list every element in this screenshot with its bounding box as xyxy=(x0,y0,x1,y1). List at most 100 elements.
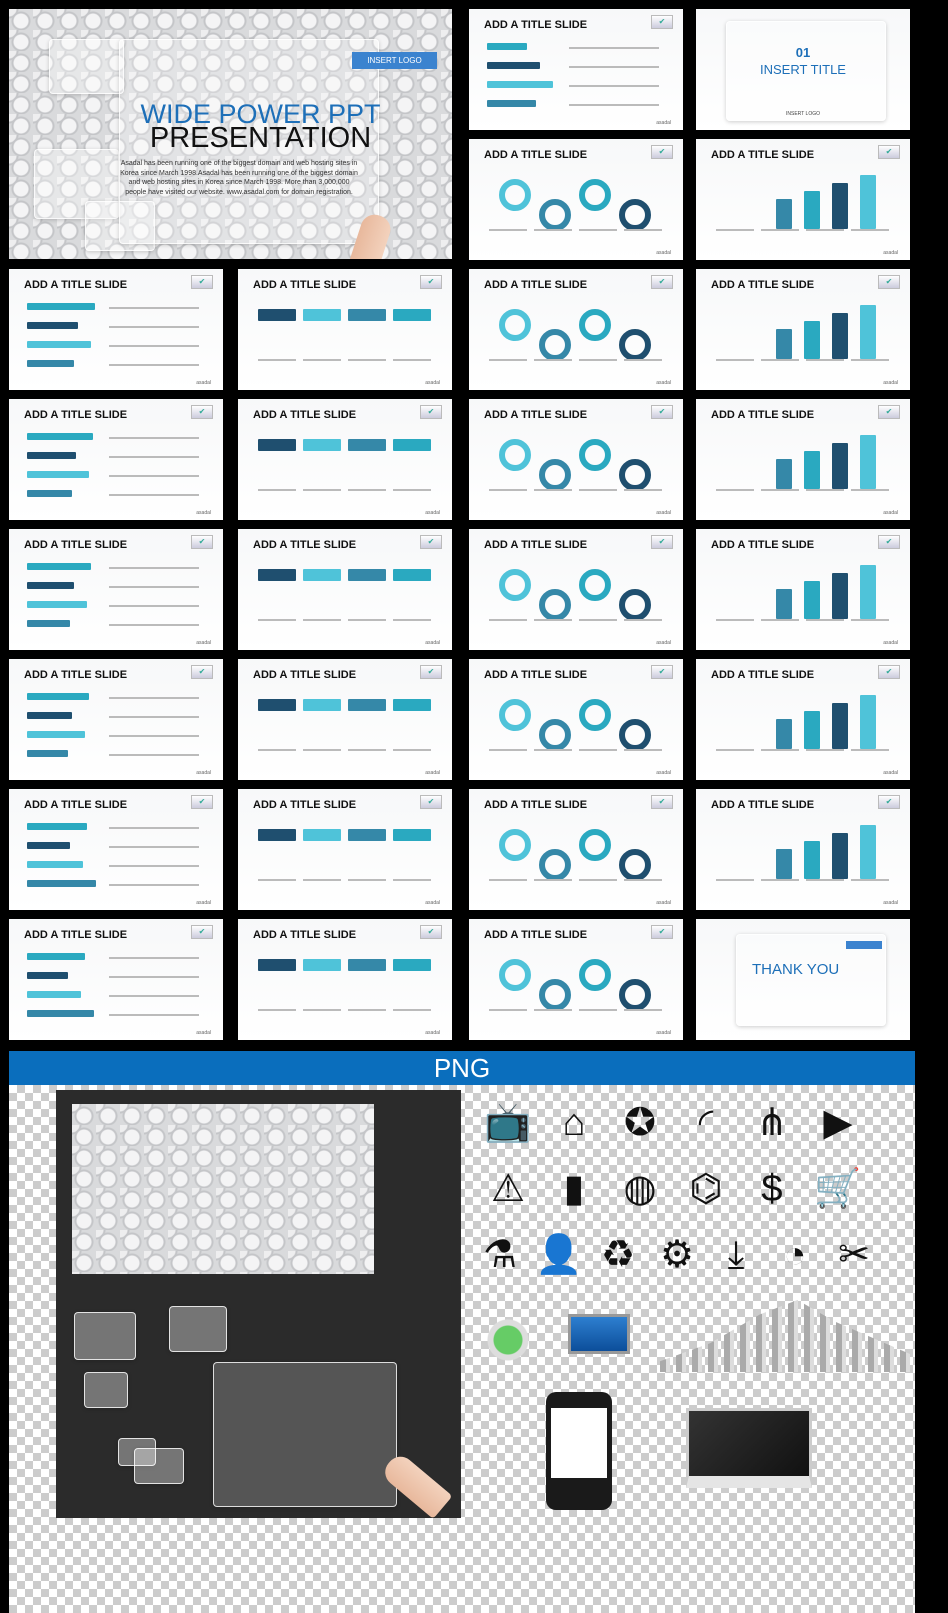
content-bar xyxy=(27,1010,94,1017)
check-logo-icon: ✔ xyxy=(878,665,900,679)
text-line xyxy=(258,489,296,491)
text-line xyxy=(716,879,754,881)
slide-thumbnail[interactable]: ADD A TITLE SLIDE ✔ asadal xyxy=(238,399,452,520)
content-bar xyxy=(27,620,70,627)
text-line xyxy=(109,364,199,366)
slide-footer: asadal xyxy=(883,380,898,386)
title-slide[interactable]: INSERT LOGO WIDE POWER PPT PRESENTATION … xyxy=(9,9,452,259)
content-circle xyxy=(539,979,571,1011)
insert-logo-button[interactable]: INSERT LOGO xyxy=(352,52,437,69)
text-line xyxy=(851,619,889,621)
content-circle xyxy=(579,569,611,601)
slide-thumbnail[interactable]: 01 INSERT TITLE INSERT LOGO xyxy=(696,9,910,130)
slide-thumbnail[interactable]: ADD A TITLE SLIDE ✔ asadal xyxy=(238,919,452,1040)
slide-footer: asadal xyxy=(425,900,440,906)
text-line xyxy=(303,749,341,751)
text-line xyxy=(579,229,617,231)
slide-footer: asadal xyxy=(196,900,211,906)
content-circle xyxy=(539,459,571,491)
cart-icon: 🛒 xyxy=(814,1168,862,1210)
slide-footer: asadal xyxy=(425,1030,440,1036)
slide-thumbnail[interactable]: ADD A TITLE SLIDE ✔ asadal xyxy=(469,9,683,130)
text-line xyxy=(393,619,431,621)
slide-thumbnail[interactable]: ADD A TITLE SLIDE ✔ asadal xyxy=(9,659,223,780)
text-line xyxy=(109,846,199,848)
user-plus-icon: 👤 xyxy=(535,1234,583,1276)
slide-thumbnail[interactable]: ADD A TITLE SLIDE ✔ asadal xyxy=(9,269,223,390)
text-line xyxy=(109,957,199,959)
text-line xyxy=(624,1009,662,1011)
check-logo-icon: ✔ xyxy=(651,535,673,549)
content-circle xyxy=(619,979,651,1011)
text-line xyxy=(109,605,199,607)
content-column xyxy=(860,175,876,229)
text-line xyxy=(851,229,889,231)
content-bar xyxy=(27,322,78,329)
content-circle xyxy=(499,309,531,341)
slide-footer: asadal xyxy=(883,510,898,516)
slide-thumbnail[interactable]: ADD A TITLE SLIDE ✔ asadal xyxy=(9,789,223,910)
check-logo-icon: ✔ xyxy=(878,535,900,549)
slide-title: ADD A TITLE SLIDE xyxy=(24,539,128,551)
tv-icon: 📺 xyxy=(484,1102,532,1144)
text-line xyxy=(348,359,386,361)
text-line xyxy=(109,995,199,997)
text-line xyxy=(716,229,754,231)
slide-footer: asadal xyxy=(883,250,898,256)
award-icon: ✪ xyxy=(624,1102,656,1144)
slide-thumbnail[interactable]: ADD A TITLE SLIDE ✔ asadal xyxy=(469,529,683,650)
video-icon: ▶ xyxy=(823,1102,853,1144)
text-line xyxy=(303,619,341,621)
slide-thumbnail[interactable]: ADD A TITLE SLIDE ✔ asadal xyxy=(696,659,910,780)
png-banner: PNG xyxy=(9,1051,915,1085)
content-bar xyxy=(27,823,87,830)
slide-footer: asadal xyxy=(425,770,440,776)
text-line xyxy=(579,1009,617,1011)
slide-thumbnail[interactable]: ADD A TITLE SLIDE ✔ asadal xyxy=(469,269,683,390)
text-line xyxy=(851,879,889,881)
content-block xyxy=(258,829,296,841)
slide-title: ADD A TITLE SLIDE xyxy=(253,539,357,551)
slide-thumbnail[interactable]: ADD A TITLE SLIDE ✔ asadal xyxy=(238,269,452,390)
content-column xyxy=(804,321,820,359)
slide-thumbnail[interactable]: ADD A TITLE SLIDE ✔ asadal xyxy=(696,139,910,260)
slide-thumbnail[interactable]: ADD A TITLE SLIDE ✔ asadal xyxy=(469,919,683,1040)
slide-thumbnail[interactable]: ADD A TITLE SLIDE ✔ asadal xyxy=(696,529,910,650)
content-circle xyxy=(539,589,571,621)
slide-thumbnail[interactable]: ADD A TITLE SLIDE ✔ asadal xyxy=(696,399,910,520)
hex-background-image xyxy=(72,1104,374,1274)
slide-title: ADD A TITLE SLIDE xyxy=(484,929,588,941)
slide-thumbnail[interactable]: ADD A TITLE SLIDE ✔ asadal xyxy=(9,529,223,650)
slide-thumbnail[interactable]: ADD A TITLE SLIDE ✔ asadal xyxy=(9,399,223,520)
slide-footer: asadal xyxy=(656,770,671,776)
text-line xyxy=(303,879,341,881)
slide-thumbnail[interactable]: ADD A TITLE SLIDE ✔ asadal xyxy=(469,399,683,520)
text-line xyxy=(806,229,844,231)
content-block xyxy=(393,309,431,321)
slide-thumbnail[interactable]: THANK YOU xyxy=(696,919,910,1040)
slide-thumbnail[interactable]: ADD A TITLE SLIDE ✔ asadal xyxy=(469,139,683,260)
text-line xyxy=(258,359,296,361)
text-line xyxy=(761,619,799,621)
slide-thumbnail[interactable]: ADD A TITLE SLIDE ✔ asadal xyxy=(9,919,223,1040)
text-line xyxy=(258,1009,296,1011)
slide-title: ADD A TITLE SLIDE xyxy=(253,669,357,681)
slide-thumbnail[interactable]: ADD A TITLE SLIDE ✔ asadal xyxy=(696,789,910,910)
text-line xyxy=(489,619,527,621)
slide-thumbnail[interactable]: ADD A TITLE SLIDE ✔ asadal xyxy=(469,789,683,910)
text-line xyxy=(806,879,844,881)
slide-thumbnail[interactable]: ADD A TITLE SLIDE ✔ asadal xyxy=(238,789,452,910)
content-circle xyxy=(579,829,611,861)
slide-thumbnail[interactable]: ADD A TITLE SLIDE ✔ asadal xyxy=(238,529,452,650)
content-circle xyxy=(579,439,611,471)
text-line xyxy=(624,229,662,231)
text-line xyxy=(851,489,889,491)
text-line xyxy=(489,749,527,751)
satellite-icon: ⌬ xyxy=(689,1168,723,1210)
slide-thumbnail[interactable]: ADD A TITLE SLIDE ✔ asadal xyxy=(696,269,910,390)
content-block xyxy=(303,569,341,581)
slide-thumbnail[interactable]: ADD A TITLE SLIDE ✔ asadal xyxy=(469,659,683,780)
content-column xyxy=(804,451,820,489)
text-line xyxy=(109,827,199,829)
slide-thumbnail[interactable]: ADD A TITLE SLIDE ✔ asadal xyxy=(238,659,452,780)
